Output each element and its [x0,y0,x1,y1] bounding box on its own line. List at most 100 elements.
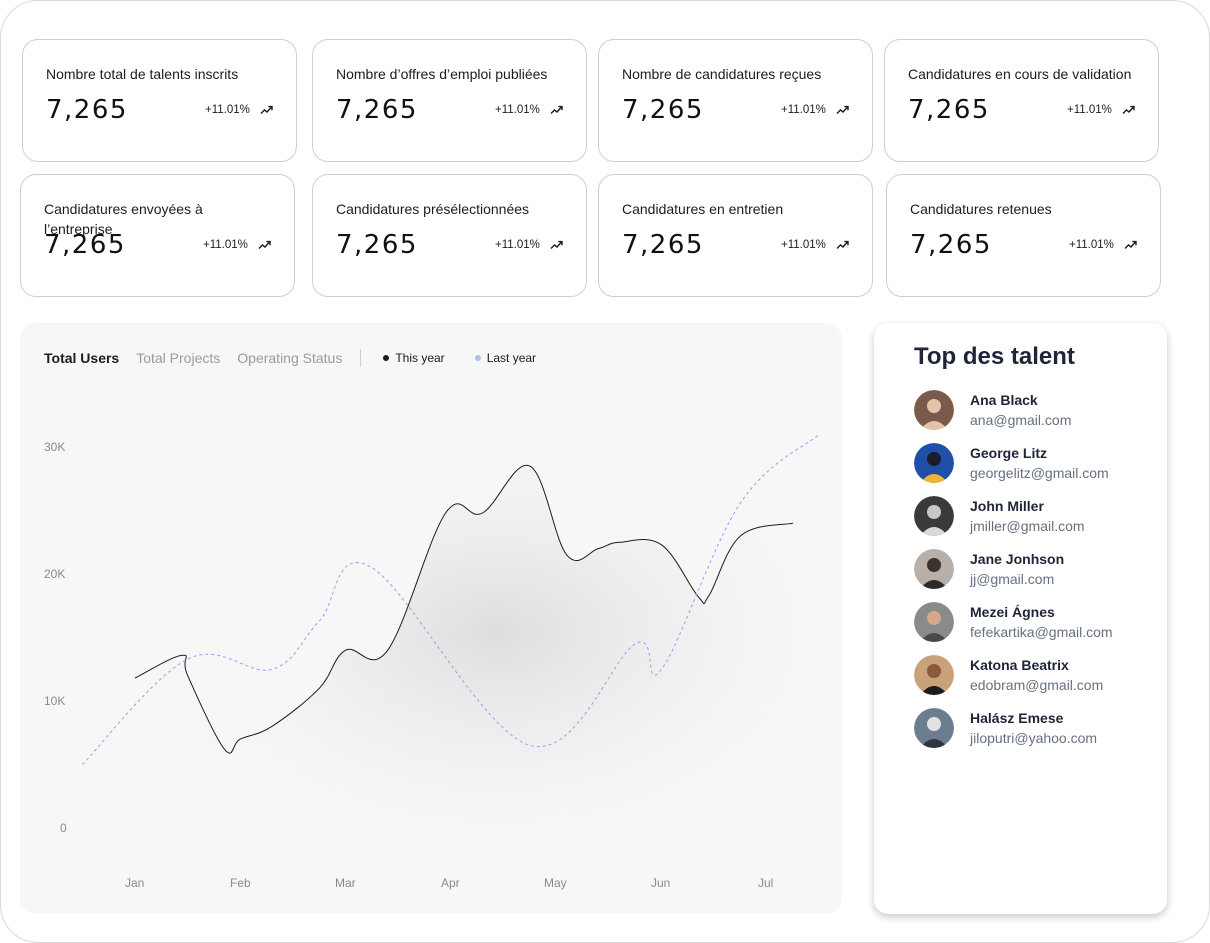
avatar [914,549,954,589]
talent-info: Ana Black ana@gmail.com [970,390,1071,430]
stat-change-value: +11.01% [495,239,540,251]
stat-label: Candidatures en entretien [622,201,784,217]
talent-name: George Litz [970,445,1048,461]
trend-up-icon [1124,240,1137,249]
talent-name: Jane Jonhson [970,551,1065,567]
stat-card-applications-received[interactable]: Nombre de candidatures reçues 7,265 +11.… [598,39,873,162]
avatar [914,390,954,430]
talent-email: jiloputri@yahoo.com [970,730,1098,746]
top-talents-panel: Top des talent Ana Black ana@gmail.com G… [874,323,1167,914]
avatar [914,655,954,695]
avatar [914,602,954,642]
top-talents-title: Top des talent [914,343,1075,370]
stat-value: 7,265 [622,230,704,260]
talent-name: Mezei Ágnes [970,604,1055,620]
stat-change: +11.01% [203,239,271,251]
stat-label: Nombre de candidatures reçues [622,66,822,82]
stat-change-value: +11.01% [203,239,248,251]
x-tick-label: Jul [758,876,774,890]
stat-card-applications-validating[interactable]: Candidatures en cours de validation 7,26… [884,39,1159,162]
stat-change: +11.01% [495,239,563,251]
stat-change-value: +11.01% [781,239,826,251]
talent-info: Katona Beatrix edobram@gmail.com [970,655,1103,695]
x-tick-label: May [544,876,567,890]
stat-card-job-offers[interactable]: Nombre d’offres d’emploi publiées 7,265 … [312,39,587,162]
y-tick-label: 10K [44,694,66,708]
legend-label: Last year [486,351,537,365]
x-tick-label: Feb [230,876,251,890]
stat-change-value: +11.01% [205,104,250,116]
trend-up-icon [260,105,273,114]
legend-label: This year [395,351,445,365]
stat-change-value: +11.01% [495,104,540,116]
stat-change: +11.01% [781,104,849,116]
users-chart-panel: Total Users Total Projects Operating Sta… [20,323,842,914]
stat-change: +11.01% [781,239,849,251]
talent-name: Halász Emese [970,710,1064,726]
stat-value: 7,265 [908,95,990,125]
x-tick-label: Jun [651,876,671,890]
stat-change-value: +11.01% [1069,239,1114,251]
stat-value: 7,265 [622,95,704,125]
chart-tabs: Total Users Total Projects Operating Sta… [44,349,566,367]
trend-up-icon [836,105,849,114]
stat-change: +11.01% [495,104,563,116]
talent-row[interactable]: Jane Jonhson jj@gmail.com [914,549,1064,589]
legend-dot-icon [383,355,390,361]
trend-up-icon [836,240,849,249]
series-area [135,465,794,863]
y-tick-label: 30K [44,440,66,454]
talent-email: jj@gmail.com [970,571,1055,587]
avatar [914,708,954,748]
trend-up-icon [550,240,563,249]
stat-card-applications-interview[interactable]: Candidatures en entretien 7,265 +11.01% [598,174,873,297]
stat-label: Candidatures en cours de validation [908,66,1132,82]
legend-this-year[interactable]: This year [383,351,445,365]
stat-change: +11.01% [205,104,273,116]
talent-info: George Litz georgelitz@gmail.com [970,443,1109,483]
stat-label: Candidatures retenues [910,201,1052,217]
stat-label: Nombre total de talents inscrits [46,66,239,82]
x-tick-label: Apr [441,876,460,890]
talent-row[interactable]: George Litz georgelitz@gmail.com [914,443,1109,483]
stat-card-applications-retained[interactable]: Candidatures retenues 7,265 +11.01% [886,174,1161,297]
stat-change: +11.01% [1069,239,1137,251]
stat-change-value: +11.01% [1067,104,1112,116]
talent-row[interactable]: Halász Emese jiloputri@yahoo.com [914,708,1097,748]
stat-change-value: +11.01% [781,104,826,116]
stat-value: 7,265 [44,230,126,260]
legend-last-year[interactable]: Last year [474,351,537,365]
talent-row[interactable]: Ana Black ana@gmail.com [914,390,1071,430]
talent-row[interactable]: Katona Beatrix edobram@gmail.com [914,655,1103,695]
tab-total-users[interactable]: Total Users [44,350,119,366]
talent-email: jmiller@gmail.com [970,518,1085,534]
trend-up-icon [1122,105,1135,114]
talent-row[interactable]: John Miller jmiller@gmail.com [914,496,1085,536]
stat-change: +11.01% [1067,104,1135,116]
stat-value: 7,265 [910,230,992,260]
talent-name: John Miller [970,498,1044,514]
legend-dot-icon [474,355,481,361]
tab-divider [360,349,362,367]
tab-total-projects[interactable]: Total Projects [136,350,220,366]
x-tick-label: Mar [335,876,356,890]
talent-email: georgelitz@gmail.com [970,465,1109,481]
talent-info: Jane Jonhson jj@gmail.com [970,549,1064,589]
avatar [914,496,954,536]
y-tick-label: 20K [44,567,66,581]
stat-card-applications-shortlisted[interactable]: Candidatures présélectionnées 7,265 +11.… [312,174,587,297]
trend-up-icon [550,105,563,114]
stat-value: 7,265 [336,95,418,125]
stat-label: Candidatures présélectionnées [336,201,530,217]
stat-card-applications-sent[interactable]: Candidatures envoyées à l’entreprise 7,2… [20,174,295,297]
talent-email: edobram@gmail.com [970,677,1104,693]
stat-card-talents[interactable]: Nombre total de talents inscrits 7,265 +… [22,39,297,162]
talent-email: ana@gmail.com [970,412,1072,428]
talent-email: fefekartika@gmail.com [970,624,1113,640]
stat-label: Nombre d’offres d’emploi publiées [336,66,548,82]
tab-operating-status[interactable]: Operating Status [237,350,342,366]
talent-row[interactable]: Mezei Ágnes fefekartika@gmail.com [914,602,1113,642]
trend-up-icon [258,240,271,249]
talent-info: John Miller jmiller@gmail.com [970,496,1085,536]
talent-name: Katona Beatrix [970,657,1069,673]
